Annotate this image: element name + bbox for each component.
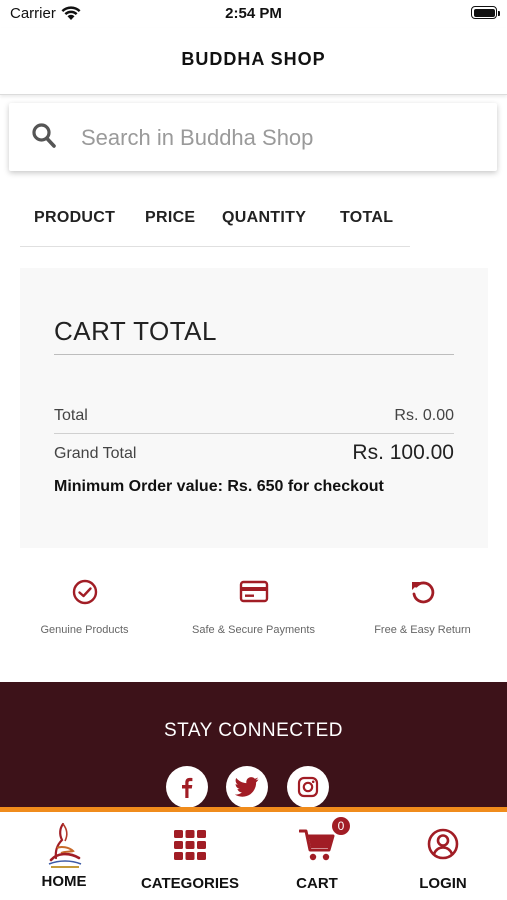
search-input[interactable] — [79, 117, 483, 159]
feature-easy-return: Free & Easy Return — [338, 578, 507, 636]
bottom-tab-bar: HOME CATEGORIES CART LOGIN — [0, 812, 507, 900]
twitter-link[interactable] — [226, 766, 268, 808]
buddha-shop-logo — [48, 822, 82, 868]
facebook-link[interactable] — [166, 766, 208, 808]
cart-total-heading: CART TOTAL — [54, 316, 217, 346]
cart-total-card: CART TOTAL Total Rs. 0.00 Grand Total Rs… — [20, 268, 488, 548]
stay-connected-heading: STAY CONNECTED — [163, 720, 344, 741]
footer: STAY CONNECTED — [0, 682, 507, 809]
cart-icon — [299, 829, 335, 861]
feature-label: Safe & Secure Payments — [192, 624, 315, 636]
status-bar: Carrier 2:54 PM — [0, 0, 507, 28]
grid-icon — [174, 830, 206, 860]
feature-genuine-products: Genuine Products — [0, 578, 169, 636]
cart-count-badge: 0 — [332, 817, 350, 835]
tab-label: HOME — [41, 873, 87, 890]
search-bar[interactable] — [9, 103, 497, 171]
return-arrow-icon — [411, 581, 434, 604]
total-label: Total — [54, 407, 88, 424]
check-circle-icon — [72, 579, 97, 605]
tab-login[interactable]: LOGIN — [380, 812, 506, 900]
page-title: BUDDHA SHOP — [181, 49, 326, 69]
user-icon — [427, 828, 459, 860]
grand-total-label: Grand Total — [54, 445, 137, 462]
feature-label: Genuine Products — [40, 624, 129, 636]
credit-card-icon — [239, 580, 268, 603]
tab-label: CART — [296, 875, 338, 892]
minimum-order-note: Minimum Order value: Rs. 650 for checkou… — [54, 478, 384, 495]
cart-table-header: PRODUCT PRICE QUANTITY TOTAL — [20, 196, 410, 247]
column-quantity: QUANTITY — [222, 209, 307, 226]
tab-label: LOGIN — [419, 875, 467, 892]
twitter-icon — [235, 777, 259, 797]
tab-cart[interactable]: CART — [254, 812, 380, 900]
search-icon — [32, 123, 56, 148]
app-header: BUDDHA SHOP — [0, 28, 507, 95]
facebook-icon — [182, 777, 193, 798]
divider — [54, 354, 454, 355]
instagram-link[interactable] — [287, 766, 329, 808]
column-total: TOTAL — [340, 209, 394, 226]
divider — [54, 433, 454, 434]
feature-label: Free & Easy Return — [374, 624, 471, 636]
instagram-icon — [297, 776, 319, 798]
grand-total-value: Rs. 100.00 — [352, 441, 454, 464]
total-value: Rs. 0.00 — [394, 407, 454, 424]
status-time: 2:54 PM — [225, 5, 282, 22]
battery-icon — [471, 6, 500, 19]
feature-secure-payments: Safe & Secure Payments — [169, 578, 338, 636]
column-price: PRICE — [145, 209, 196, 226]
tab-label: CATEGORIES — [140, 875, 240, 892]
tab-categories[interactable]: CATEGORIES — [127, 812, 253, 900]
column-product: PRODUCT — [34, 209, 116, 226]
tab-home[interactable]: HOME — [1, 812, 127, 900]
